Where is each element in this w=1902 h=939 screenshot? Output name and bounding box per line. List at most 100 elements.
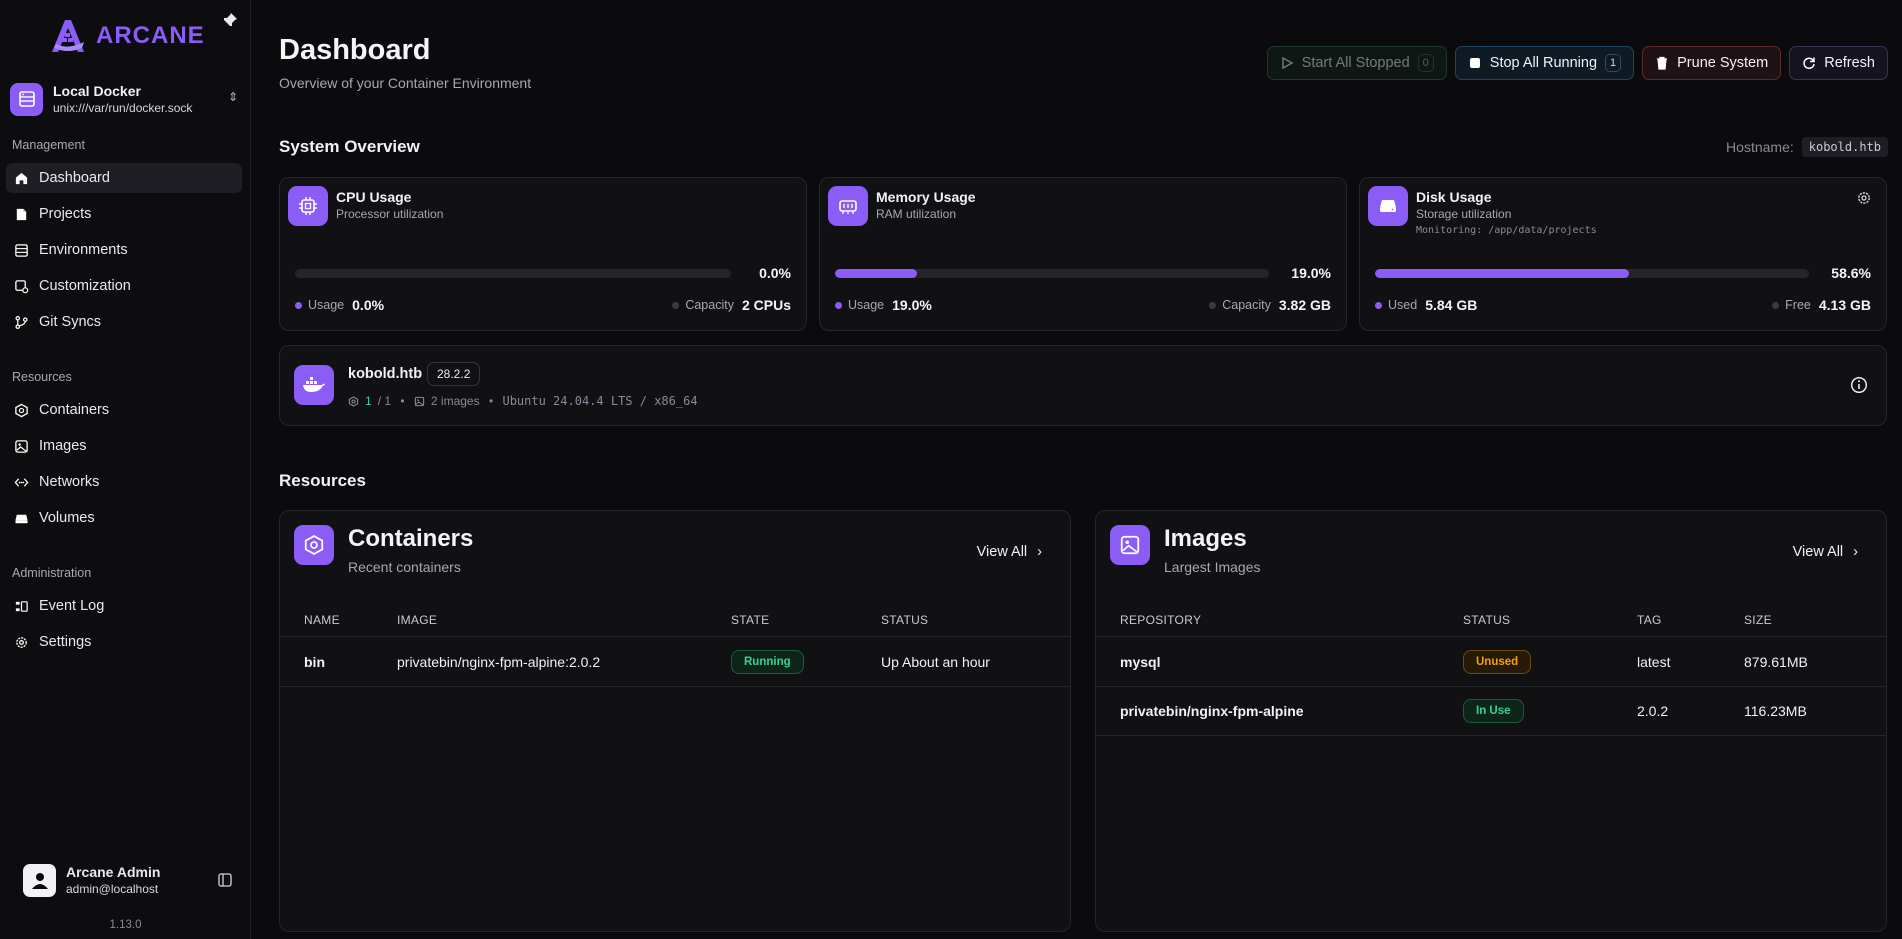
container-name[interactable]: bin [304,654,325,670]
card-subtitle: RAM utilization [876,207,957,221]
sidebar-item-projects[interactable]: Projects [6,199,242,229]
server-icon [10,82,43,116]
memory-usage-legend: Usage 19.0% [835,297,932,313]
image-icon [414,396,425,406]
file-icon [16,208,27,220]
sidebar-item-containers[interactable]: Containers [6,395,242,425]
containers-view-all-link[interactable]: View All › [977,544,1042,560]
sidebar-item-settings[interactable]: Settings [6,627,242,657]
memory-percent: 19.0% [1291,265,1331,281]
customize-icon [15,279,29,293]
prune-system-button[interactable]: Prune System [1642,46,1782,80]
arcane-logo[interactable]: ARCANE [48,18,205,54]
sidebar-item-customization[interactable]: Customization [6,271,242,301]
nav-heading-resources: Resources [12,370,72,384]
user-icon [31,873,48,889]
image-tag: latest [1637,654,1671,670]
memory-progress-bar [835,269,1269,278]
disk-free-legend: Free 4.13 GB [1772,297,1871,313]
legend-value: 4.13 GB [1818,297,1871,313]
free-dot [1772,301,1780,309]
containers-panel-subtitle: Recent containers [348,559,461,575]
sidebar: ARCANE Local Docker unix:///var/run/dock… [0,0,251,939]
sidebar-item-label: Customization [39,278,131,294]
stopped-count-badge: 0 [1417,54,1434,72]
sidebar-item-dashboard[interactable]: Dashboard [6,163,242,193]
sidebar-item-images[interactable]: Images [6,431,242,461]
sidebar-item-event-log[interactable]: Event Log [6,591,242,621]
cpu-usage-card: CPU Usage Processor utilization 0.0% Usa… [279,177,807,331]
chevron-right-icon: › [1853,544,1858,560]
header-actions: Start All Stopped 0 Stop All Running 1 P… [1266,46,1888,80]
sidebar-collapse-icon[interactable] [217,872,233,888]
legend-label: Free [1785,298,1811,312]
table-row[interactable]: mysql Unused latest 879.61MB [1096,638,1886,687]
gear-icon[interactable] [1856,190,1872,206]
containers-panel-title: Containers [348,525,474,552]
disk-usage-card: Disk Usage Storage utilization Monitorin… [1359,177,1887,331]
trash-icon [1657,56,1668,70]
sidebar-item-label: Event Log [39,598,105,614]
image-size: 879.61MB [1744,654,1808,670]
table-row[interactable]: bin privatebin/nginx-fpm-alpine:2.0.2 Ru… [280,638,1070,687]
user-email: admin@localhost [66,882,159,896]
info-icon[interactable] [1850,376,1868,394]
legend-label: Capacity [685,298,734,312]
memory-usage-card: Memory Usage RAM utilization 19.0% Usage… [819,177,1347,331]
refresh-button[interactable]: Refresh [1789,46,1888,80]
column-header: STATUS [1463,613,1511,627]
hexagon-icon [294,525,334,565]
card-subtitle: Processor utilization [336,207,444,221]
user-menu[interactable]: Arcane Admin admin@localhost [23,862,233,898]
container-status: Up About an hour [881,654,990,670]
sidebar-item-label: Networks [39,474,100,490]
cpu-capacity-legend: Capacity 2 CPUs [672,297,791,313]
pin-icon[interactable] [222,12,238,28]
sidebar-item-git-syncs[interactable]: Git Syncs [6,307,242,337]
host-name: kobold.htb [348,366,423,382]
image-icon [15,439,28,453]
cpu-usage-legend: Usage 0.0% [295,297,384,313]
environment-switcher[interactable]: Local Docker unix:///var/run/docker.sock… [10,80,238,118]
images-view-all-link[interactable]: View All › [1793,544,1858,560]
legend-value: 5.84 GB [1425,297,1478,313]
app-version: 1.13.0 [109,919,142,931]
image-repository[interactable]: mysql [1120,654,1160,670]
play-icon [1281,56,1294,70]
hostname-label: Hostname: [1726,139,1794,155]
legend-value: 0.0% [352,297,385,313]
total-containers: / 1 [377,394,392,408]
view-all-label: View All [1792,544,1844,560]
usage-dot [835,301,842,309]
logo-text: ARCANE [96,22,205,49]
separator-dot: • [485,394,497,408]
image-count: 2 images [430,394,480,408]
host-info-card: kobold.htb 28.2.2 1 / 1 • 2 images • Ubu… [279,345,1887,426]
status-badge: Unused [1463,650,1532,674]
sidebar-item-networks[interactable]: Networks [6,467,242,497]
stop-all-running-button[interactable]: Stop All Running 1 [1454,46,1635,80]
server-icon [15,243,28,257]
sidebar-item-volumes[interactable]: Volumes [6,503,242,533]
system-overview-title: System Overview [279,137,420,156]
card-title: CPU Usage [336,189,412,205]
disk-percent: 58.6% [1831,265,1871,281]
sidebar-item-label: Git Syncs [39,314,102,330]
running-count-badge: 1 [1605,54,1622,72]
sidebar-item-label: Dashboard [39,170,110,186]
legend-label: Usage [308,298,345,312]
start-all-stopped-button[interactable]: Start All Stopped 0 [1266,46,1447,80]
memory-icon [828,186,868,226]
table-row[interactable]: privatebin/nginx-fpm-alpine In Use 2.0.2… [1096,687,1886,736]
start-all-stopped-label: Start All Stopped [1301,55,1410,71]
stop-icon [1469,58,1480,68]
sidebar-item-label: Environments [39,242,128,258]
environment-socket: unix:///var/run/docker.sock [53,101,193,115]
memory-capacity-legend: Capacity 3.82 GB [1209,297,1331,313]
monitoring-path: Monitoring: /app/data/projects [1416,225,1597,236]
chevron-up-down-icon: ⇕ [227,90,238,104]
column-header: STATE [731,613,770,627]
image-repository[interactable]: privatebin/nginx-fpm-alpine [1120,703,1304,719]
sidebar-item-environments[interactable]: Environments [6,235,242,265]
card-subtitle: Storage utilization [1416,207,1512,221]
